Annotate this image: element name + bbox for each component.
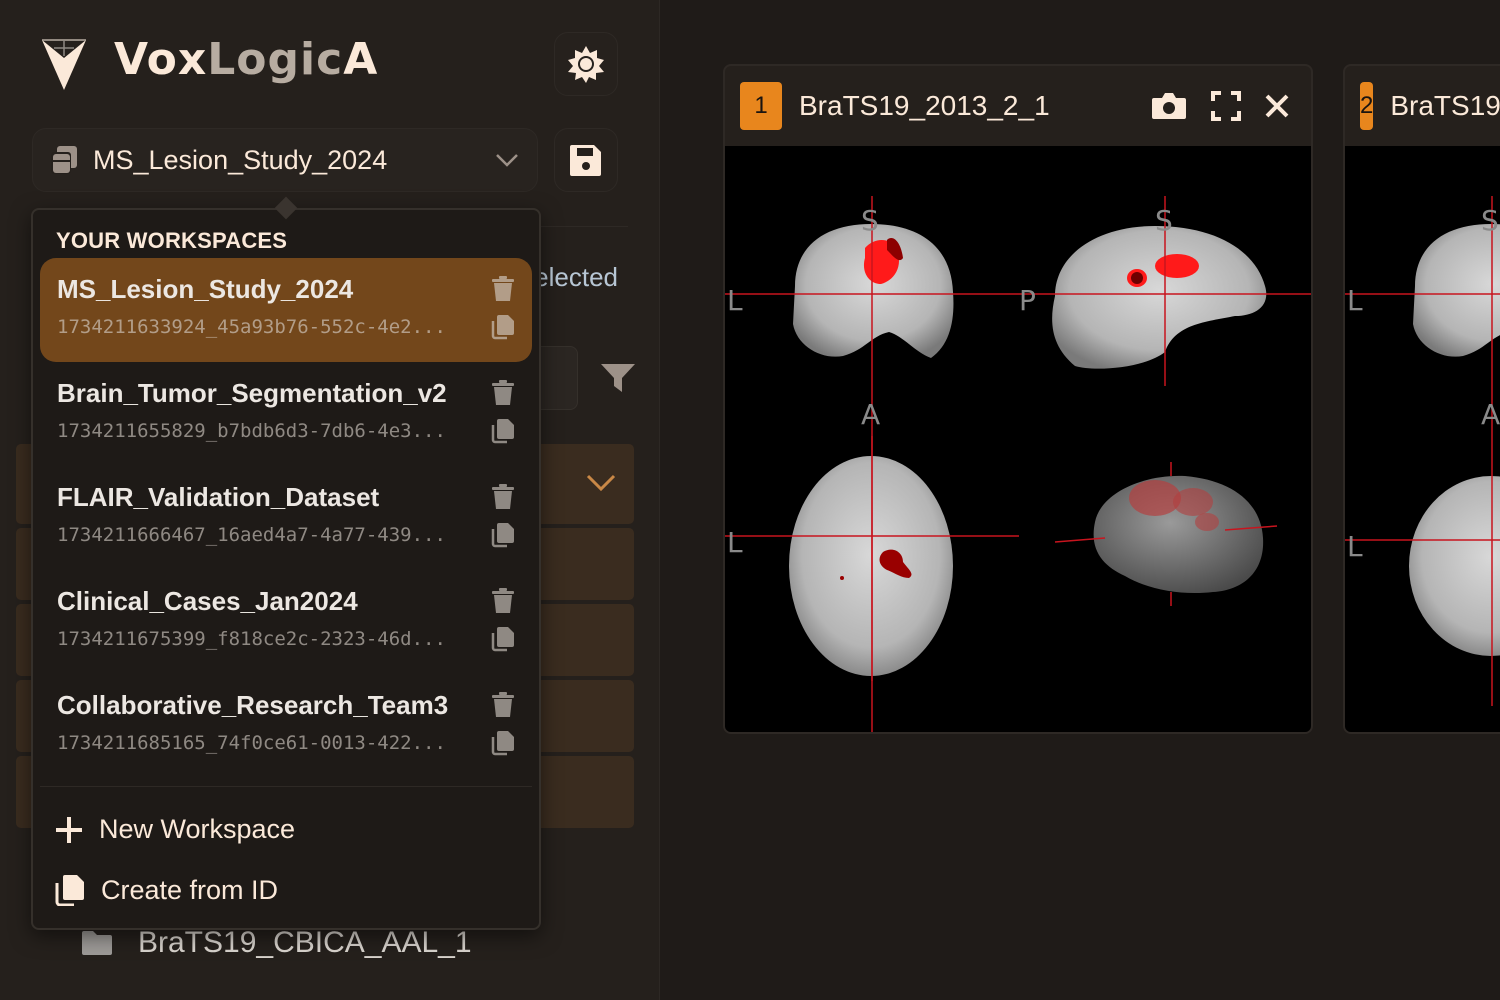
delete-workspace-button[interactable]: [491, 276, 515, 307]
trash-icon: [491, 588, 515, 618]
workspace-name: Brain_Tumor_Segmentation_v2: [57, 378, 447, 408]
3d-render: [1054, 462, 1278, 606]
folder-item[interactable]: BraTS19_CBICA_AAL_1: [80, 926, 472, 960]
plus-icon: [56, 816, 82, 843]
sun-icon: [568, 46, 604, 83]
copy-icon: [491, 627, 515, 656]
sagittal-slice: [1052, 226, 1267, 369]
workspace-selector[interactable]: MS_Lesion_Study_2024: [32, 128, 538, 192]
new-workspace-label: New Workspace: [99, 814, 296, 844]
orientation-label: S: [1481, 204, 1499, 237]
trash-icon: [491, 692, 515, 722]
workspace-id: 1734211666467_16aed4a7-4a77-439...: [57, 524, 446, 546]
brand-a: A: [343, 34, 379, 85]
chevron-down-icon: [496, 154, 518, 167]
save-icon: [570, 145, 601, 176]
current-workspace-label: MS_Lesion_Study_2024: [93, 144, 388, 175]
new-workspace-button[interactable]: New Workspace: [55, 814, 295, 845]
workspace-dropdown: YOUR WORKSPACES MS_Lesion_Study_2024 1734…: [31, 196, 541, 930]
viewer-index-badge: 2: [1360, 82, 1374, 130]
workspace-item[interactable]: FLAIR_Validation_Dataset 1734211666467_16…: [40, 466, 532, 570]
mri-canvas[interactable]: S L A L: [1345, 146, 1500, 732]
workspace-name: MS_Lesion_Study_2024: [57, 274, 354, 304]
brand-vox: Vox: [114, 34, 208, 85]
orientation-label: L: [1347, 284, 1363, 317]
trash-icon: [491, 484, 515, 514]
create-from-id-label: Create from ID: [101, 874, 279, 905]
workspace-id: 1734211655829_b7bdb6d3-7db6-4e3...: [57, 420, 446, 442]
coronal-slice: [1413, 224, 1500, 357]
trash-icon: [491, 380, 515, 410]
orientation-label: S: [861, 204, 879, 237]
folder-name: BraTS19_CBICA_AAL_1: [138, 926, 472, 959]
orientation-label: L: [727, 526, 743, 559]
app-brand: VoxLogicA: [114, 34, 378, 85]
camera-icon: [1152, 93, 1186, 119]
chevron-down-icon: [586, 474, 616, 492]
viewer-title: BraTS19_2013_2_1: [1390, 90, 1500, 121]
delete-workspace-button[interactable]: [491, 484, 515, 515]
axial-slice: [789, 456, 953, 676]
copy-workspace-id-button[interactable]: [491, 626, 515, 657]
copy-workspace-id-button[interactable]: [491, 418, 515, 449]
dropdown-title: YOUR WORKSPACES: [56, 228, 288, 253]
axial-slice: [1409, 476, 1500, 656]
workspace-name: FLAIR_Validation_Dataset: [57, 482, 380, 512]
fullscreen-button[interactable]: [1211, 91, 1241, 121]
workspace-item[interactable]: Collaborative_Research_Team3 173421168516…: [40, 674, 532, 778]
voxlogica-logo-icon: [42, 39, 86, 90]
workspace-id: 1734211633924_45a93b76-552c-4e2...: [57, 316, 446, 338]
mri-multiplanar-view[interactable]: S L S P A L: [725, 146, 1313, 734]
orientation-label: A: [1481, 398, 1500, 431]
copy-icon: [491, 315, 515, 344]
workspace-item[interactable]: MS_Lesion_Study_2024 1734211633924_45a93b…: [40, 258, 532, 362]
coronal-slice: [793, 224, 954, 358]
viewer-header: 2 BraTS19_2013_2_1: [1345, 66, 1500, 146]
mri-canvas[interactable]: S L S P A L: [725, 146, 1311, 732]
expand-icon: [1211, 91, 1241, 121]
workspace-id: 1734211685165_74f0ce61-0013-422...: [57, 732, 446, 754]
viewer-panel-1: 1 BraTS19_2013_2_1 S L S P A L: [723, 64, 1313, 734]
brand-logic: Logic: [207, 34, 344, 85]
close-icon: [1265, 94, 1289, 118]
filter-icon[interactable]: [600, 362, 636, 394]
workspace-id: 1734211675399_f818ce2c-2323-46d...: [57, 628, 446, 650]
theme-toggle-button[interactable]: [554, 32, 618, 96]
orientation-label: S: [1155, 204, 1173, 237]
copy-workspace-id-button[interactable]: [491, 522, 515, 553]
copy-icon: [491, 731, 515, 760]
dropdown-divider: [40, 786, 532, 787]
orientation-label: L: [727, 284, 743, 317]
close-viewer-button[interactable]: [1265, 94, 1289, 118]
orientation-label: A: [861, 398, 880, 431]
viewer-title: BraTS19_2013_2_1: [799, 90, 1050, 121]
workspace-item[interactable]: Brain_Tumor_Segmentation_v2 1734211655829…: [40, 362, 532, 466]
mri-multiplanar-view[interactable]: S L A L: [1345, 146, 1500, 734]
viewer-index-badge: 1: [740, 82, 782, 130]
workspaces-icon: [51, 146, 77, 174]
trash-icon: [491, 276, 515, 306]
delete-workspace-button[interactable]: [491, 588, 515, 619]
folder-icon: [82, 931, 112, 955]
workspace-name: Clinical_Cases_Jan2024: [57, 586, 358, 616]
create-from-id-button[interactable]: Create from ID: [55, 874, 278, 906]
orientation-label: L: [1347, 530, 1363, 563]
copy-icon: [491, 523, 515, 552]
copy-workspace-id-button[interactable]: [491, 730, 515, 761]
delete-workspace-button[interactable]: [491, 692, 515, 723]
viewer-panel-2: 2 BraTS19_2013_2_1 S L A L: [1343, 64, 1500, 734]
copy-icon: [491, 419, 515, 448]
orientation-label: P: [1019, 284, 1036, 317]
copy-icon: [55, 875, 84, 906]
save-workspace-button[interactable]: [554, 128, 618, 192]
copy-workspace-id-button[interactable]: [491, 314, 515, 345]
workspace-item[interactable]: Clinical_Cases_Jan2024 1734211675399_f818…: [40, 570, 532, 674]
viewer-header: 1 BraTS19_2013_2_1: [725, 66, 1311, 146]
delete-workspace-button[interactable]: [491, 380, 515, 411]
screenshot-button[interactable]: [1151, 91, 1187, 121]
workspace-name: Collaborative_Research_Team3: [57, 690, 449, 720]
